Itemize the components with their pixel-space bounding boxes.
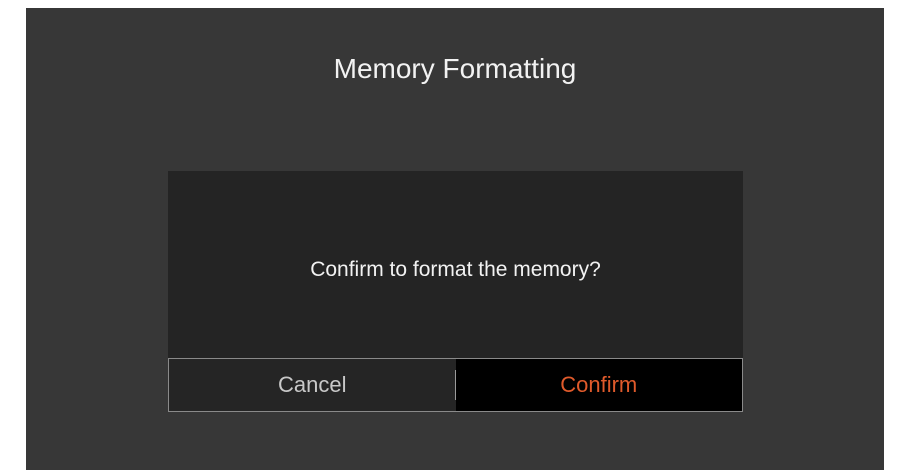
confirm-button[interactable]: Confirm — [455, 359, 742, 411]
screen: Memory Formatting Confirm to format the … — [26, 8, 884, 470]
confirm-dialog: Confirm to format the memory? Cancel Con… — [168, 171, 743, 412]
dialog-button-row: Cancel Confirm — [168, 358, 743, 412]
cancel-button[interactable]: Cancel — [169, 359, 456, 411]
page-title: Memory Formatting — [333, 53, 577, 84]
dialog-message: Confirm to format the memory? — [310, 258, 601, 281]
cancel-button-label: Cancel — [278, 372, 347, 397]
confirm-button-label: Confirm — [560, 372, 638, 397]
